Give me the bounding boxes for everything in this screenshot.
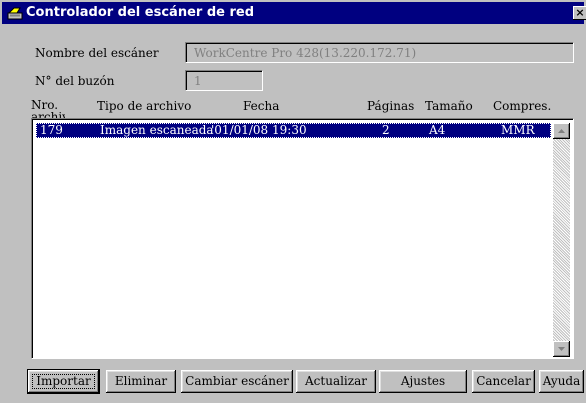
title-bar[interactable]: Controlador del escáner de red × [2, 2, 586, 24]
vertical-scrollbar[interactable] [553, 123, 570, 357]
column-header-pages[interactable]: Páginas [367, 99, 414, 113]
import-button[interactable]: Importar [27, 369, 100, 394]
cancel-button[interactable]: Cancelar [472, 370, 535, 393]
column-header-type[interactable]: Tipo de archivo [97, 99, 191, 113]
focus-rectangle [36, 123, 551, 138]
mailbox-label: N° del buzón [35, 74, 115, 88]
table-row[interactable]: 179 Imagen escaneada '01/01/08 19:30 2 A… [36, 123, 551, 138]
scroll-up-button[interactable] [553, 123, 570, 139]
column-header-date[interactable]: Fecha [243, 99, 279, 113]
column-header-number[interactable]: Nro. archivo [31, 99, 65, 118]
file-list[interactable]: 179 Imagen escaneada '01/01/08 19:30 2 A… [31, 118, 574, 359]
mailbox-field[interactable]: 1 [185, 70, 263, 91]
scanner-name-label: Nombre del escáner [35, 46, 159, 60]
scanner-icon [7, 6, 23, 20]
delete-button[interactable]: Eliminar [106, 370, 176, 393]
refresh-button[interactable]: Actualizar [296, 370, 376, 393]
close-button[interactable]: × [573, 6, 586, 20]
help-button[interactable]: Ayuda [539, 370, 584, 393]
column-header-size[interactable]: Tamaño [425, 99, 473, 113]
change-scanner-button[interactable]: Cambiar escáner [181, 370, 293, 393]
scanner-driver-window: Controlador del escáner de red × Nombre … [0, 0, 586, 403]
window-title: Controlador del escáner de red [26, 5, 255, 20]
scroll-down-button[interactable] [553, 341, 570, 357]
scanner-name-field[interactable]: WorkCentre Pro 428(13.220.172.71) [185, 42, 574, 63]
column-header-compression[interactable]: Compres. [493, 99, 551, 113]
settings-button[interactable]: Ajustes [379, 370, 467, 393]
